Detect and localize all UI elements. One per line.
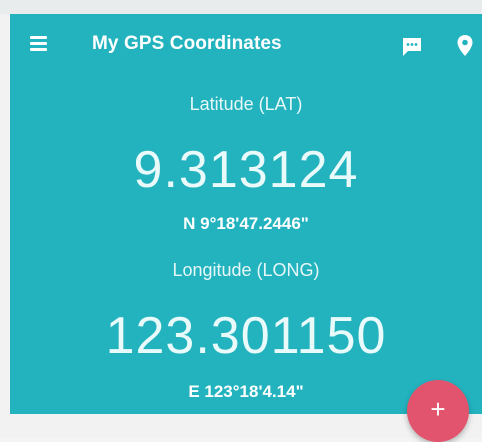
longitude-decimal-value: 123.301150 xyxy=(105,307,387,365)
add-icon: + xyxy=(430,394,446,424)
latitude-label: Latitude (LAT) xyxy=(189,94,303,114)
app-bar: My GPS Coordinates xyxy=(10,14,482,76)
message-icon[interactable] xyxy=(401,36,423,58)
add-location-button[interactable]: + xyxy=(407,380,469,442)
coordinates-panel: My GPS Coordinates Latitude (LAT) 9.3131… xyxy=(10,14,482,414)
longitude-label: Longitude (LONG) xyxy=(172,260,320,280)
app-screen: My GPS Coordinates Latitude (LAT) 9.3131… xyxy=(0,0,482,442)
hamburger-menu-icon[interactable] xyxy=(30,36,52,54)
app-title: My GPS Coordinates xyxy=(92,33,282,54)
location-pin-icon[interactable] xyxy=(456,34,474,58)
status-bar xyxy=(0,0,482,14)
latitude-dms-value: N 9°18'47.2446" xyxy=(183,214,309,233)
latitude-decimal-value: 9.313124 xyxy=(133,141,359,199)
